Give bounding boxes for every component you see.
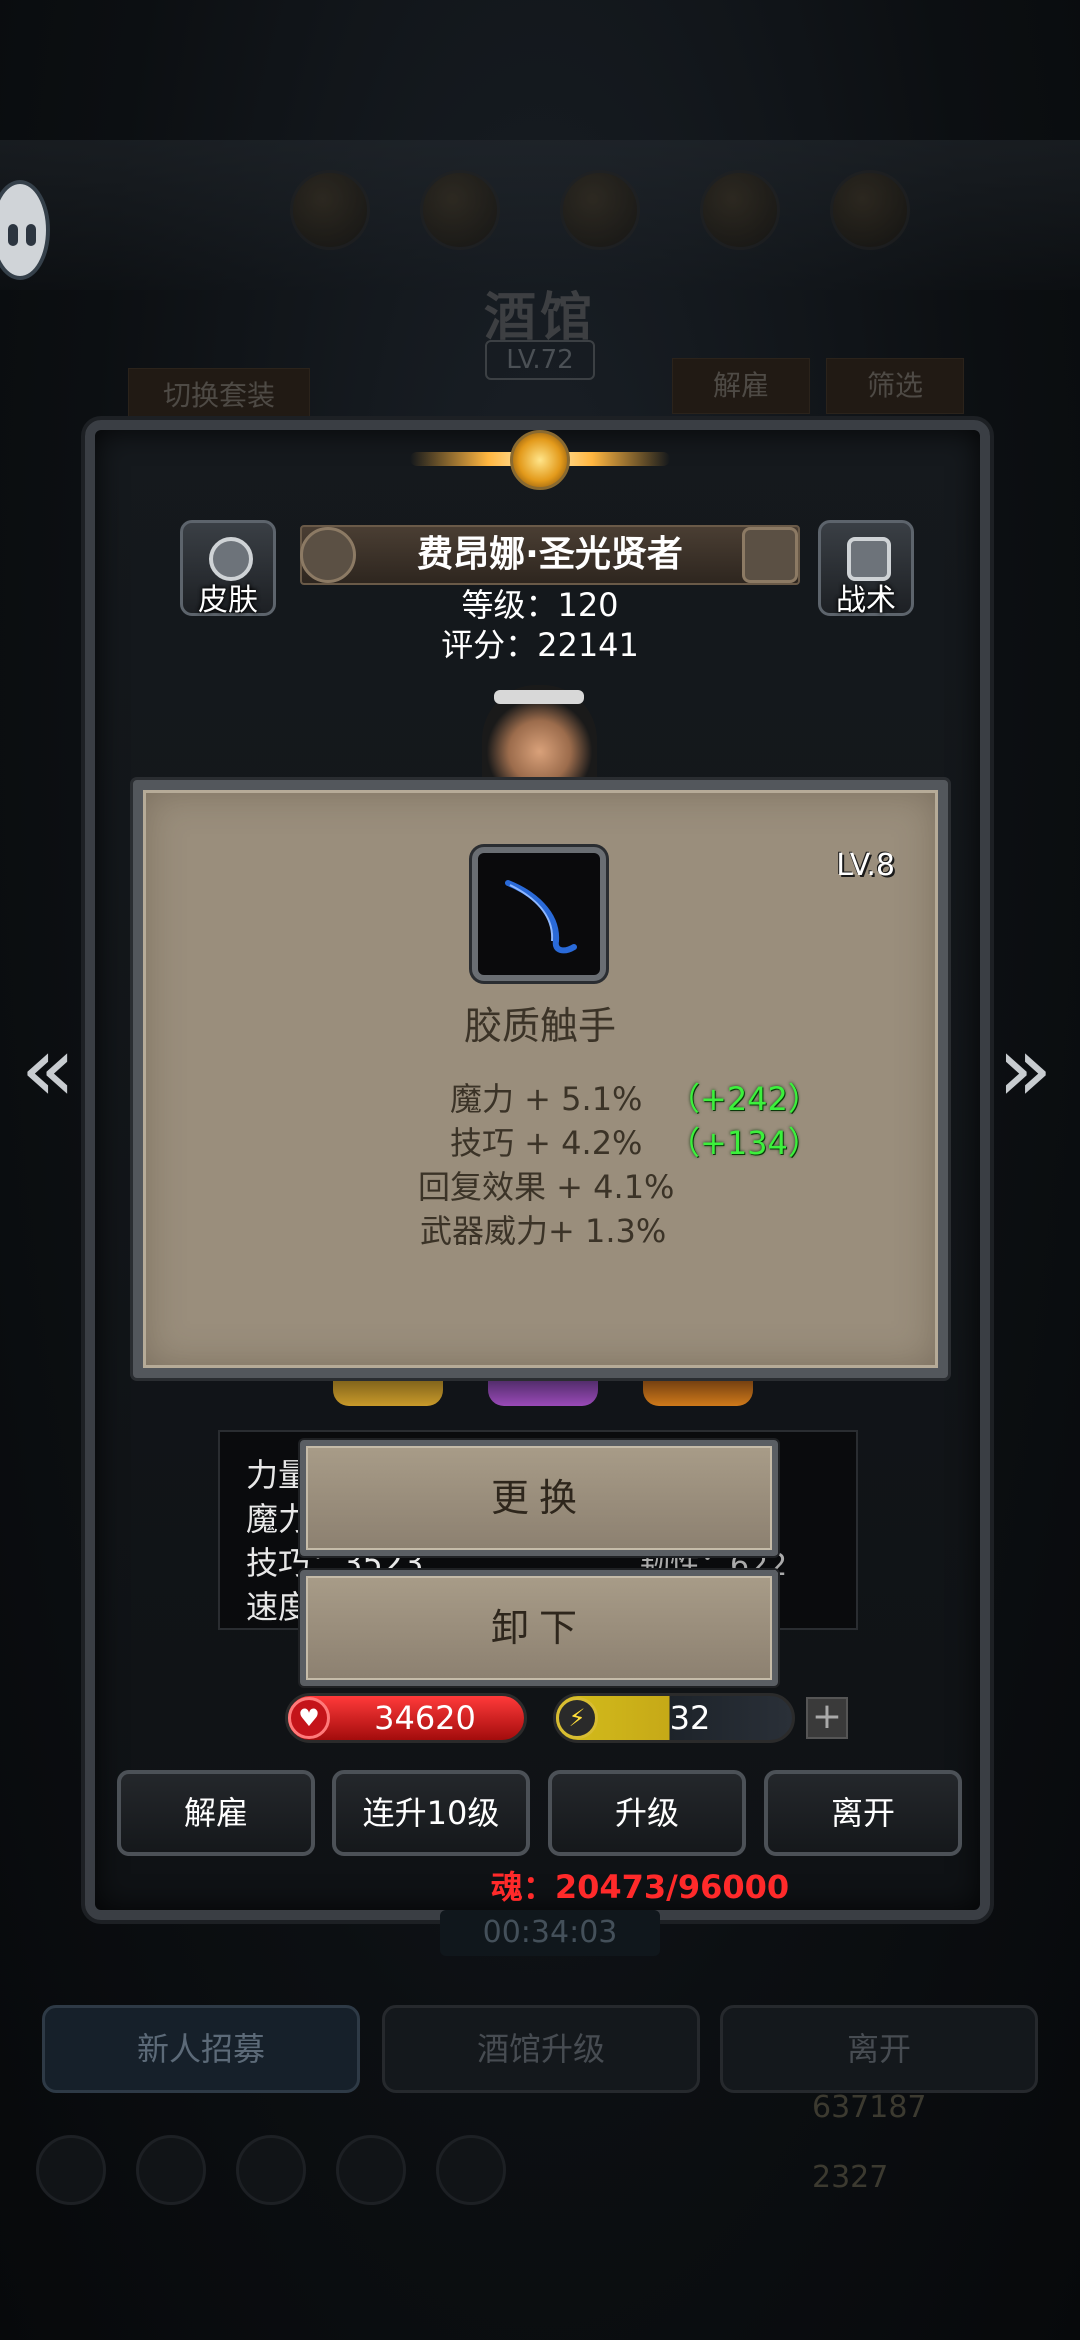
menu-icon[interactable] [336,2135,406,2205]
crest-gem-icon [510,430,570,490]
ghost-eye [8,224,18,246]
filter-button[interactable]: 筛选 [826,358,964,414]
equipment-slot[interactable] [488,1378,598,1406]
tactics-label: 战术 [836,583,896,618]
recruit-button[interactable]: 新人招募 [42,2005,360,2093]
equipment-slot[interactable] [333,1378,443,1406]
panel-crest [410,430,670,500]
orb-icon [830,170,910,250]
energy-value: 32 [669,1699,711,1737]
heart-icon: ♥ [288,1697,330,1739]
recruit-timer: 00:34:03 [440,1910,660,1956]
leave-button[interactable]: 离开 [764,1770,962,1856]
item-name: 胶质触手 [463,1004,616,1048]
tavern-title: 酒馆 [483,287,596,348]
double-chevron-right-icon[interactable]: » [995,1025,1055,1115]
menu-icon[interactable] [36,2135,106,2205]
item-attribute-bonus: （+134） [668,1124,820,1162]
item-attribute-bonus: （+242） [668,1080,820,1118]
menu-icon[interactable] [136,2135,206,2205]
dismiss-hero-button[interactable]: 解雇 [117,1770,315,1856]
menu-icon[interactable] [236,2135,306,2205]
hp-value: 34620 [374,1699,476,1737]
ghost-eye [26,224,36,246]
plus-icon[interactable]: + [806,1697,848,1739]
item-attribute: 魔力 + 5.1% [450,1080,643,1118]
switch-set-button[interactable]: 切换套装 [128,368,310,424]
hero-name: 费昂娜·圣光贤者 [417,534,683,575]
level-up-10-button[interactable]: 连升10级 [332,1770,530,1856]
top-ornament [0,140,1080,290]
dismiss-filter-button[interactable]: 解雇 [672,358,810,414]
upgrade-tavern-button[interactable]: 酒馆升级 [382,2005,700,2093]
level-up-button[interactable]: 升级 [548,1770,746,1856]
item-attribute: 技巧 + 4.2% [450,1124,643,1162]
item-level: LV.8 [836,848,895,883]
hero-score: 评分：22141 [441,626,639,664]
orb-icon [700,170,780,250]
skin-label: 皮肤 [198,583,258,618]
double-chevron-left-icon[interactable]: « [18,1025,78,1115]
item-attribute: 武器威力+ 1.3% [420,1212,667,1250]
tentacle-item-icon [472,847,606,981]
equipment-slot[interactable] [643,1378,753,1406]
orb-icon [290,170,370,250]
tactics-button[interactable]: 战术 [818,520,914,618]
replace-button[interactable]: 更换 [300,1440,778,1556]
hero-headband [494,690,584,704]
leave-tavern-button[interactable]: 离开 [720,2005,1038,2093]
orb-icon [420,170,500,250]
skin-button[interactable]: 皮肤 [180,520,276,618]
menu-icon[interactable] [436,2135,506,2205]
soul-counter: 魂：20473/96000 [490,1868,790,1906]
tavern-level: LV.72 [485,340,595,380]
gem-amount: 2327 [812,2160,889,2195]
gold-amount: 637187 [812,2090,927,2125]
lightning-icon: ⚡ [556,1697,598,1739]
unequip-button[interactable]: 卸下 [300,1570,778,1686]
orb-icon [560,170,640,250]
item-attribute: 回复效果 + 4.1% [418,1168,675,1206]
